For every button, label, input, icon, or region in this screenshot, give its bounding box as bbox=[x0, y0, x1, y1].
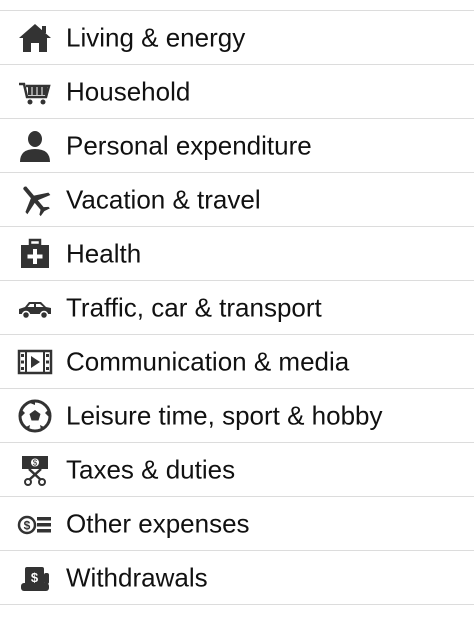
person-icon bbox=[16, 127, 54, 165]
category-label: Withdrawals bbox=[66, 561, 208, 592]
svg-text:$: $ bbox=[33, 458, 38, 467]
category-item-taxes-duties[interactable]: $ Taxes & duties bbox=[0, 443, 474, 497]
category-item-communication-media[interactable]: Communication & media bbox=[0, 335, 474, 389]
category-label: Personal expenditure bbox=[66, 129, 312, 160]
category-item-vacation-travel[interactable]: Vacation & travel bbox=[0, 173, 474, 227]
category-item-health[interactable]: Health bbox=[0, 227, 474, 281]
category-label: Other expenses bbox=[66, 507, 250, 538]
category-label: Living & energy bbox=[66, 21, 246, 52]
svg-text:$: $ bbox=[31, 570, 39, 585]
airplane-icon bbox=[16, 181, 54, 219]
category-item-traffic-car-transport[interactable]: Traffic, car & transport bbox=[0, 281, 474, 335]
category-label: Taxes & duties bbox=[66, 453, 236, 484]
category-item-living-energy[interactable]: Living & energy bbox=[0, 11, 474, 65]
car-icon bbox=[16, 289, 54, 327]
category-label: Communication & media bbox=[66, 345, 350, 376]
svg-text:$: $ bbox=[24, 518, 31, 532]
category-label: Leisure time, sport & hobby bbox=[66, 399, 383, 430]
category-label: Vacation & travel bbox=[66, 183, 261, 214]
shopping-cart-icon bbox=[16, 73, 54, 111]
money-scissors-icon: $ bbox=[16, 451, 54, 489]
category-label: Household bbox=[66, 75, 191, 106]
category-label: Health bbox=[66, 237, 142, 268]
category-item-personal-expenditure[interactable]: Personal expenditure bbox=[0, 119, 474, 173]
money-hand-icon: $ bbox=[16, 559, 54, 597]
category-label: Traffic, car & transport bbox=[66, 291, 322, 322]
expense-category-list: Living & energy Household Personal expen… bbox=[0, 10, 474, 605]
coins-icon: $ bbox=[16, 505, 54, 543]
category-item-other-expenses[interactable]: $ Other expenses bbox=[0, 497, 474, 551]
category-item-leisure-sport-hobby[interactable]: Leisure time, sport & hobby bbox=[0, 389, 474, 443]
house-icon bbox=[16, 19, 54, 57]
film-strip-icon bbox=[16, 343, 54, 381]
first-aid-kit-icon bbox=[16, 235, 54, 273]
soccer-ball-icon bbox=[16, 397, 54, 435]
category-item-withdrawals[interactable]: $ Withdrawals bbox=[0, 551, 474, 605]
category-item-household[interactable]: Household bbox=[0, 65, 474, 119]
